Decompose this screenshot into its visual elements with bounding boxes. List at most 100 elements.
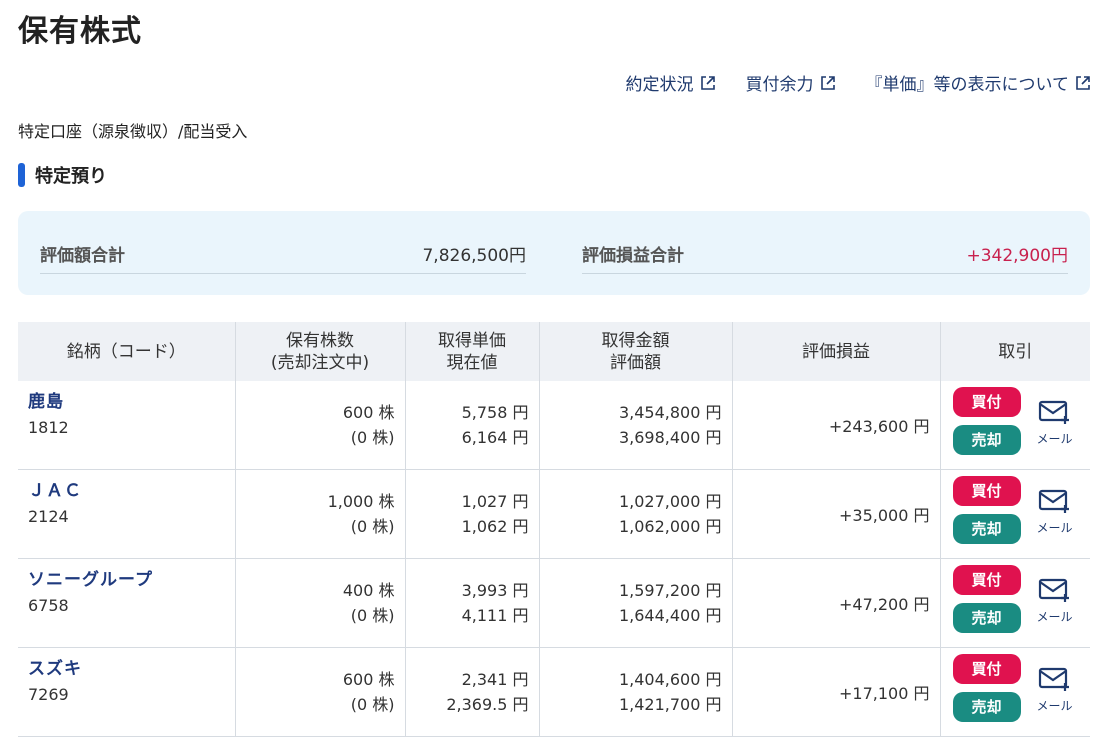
shares-selling: (0 株) (350, 606, 395, 625)
cell-amount: 3,454,800 円 3,698,400 円 (539, 381, 733, 470)
mail-alert-button[interactable]: メール (1033, 666, 1077, 714)
section-header: 特定預り (18, 162, 107, 188)
summary-valuation-value: 7,826,500円 (422, 245, 526, 266)
shares-selling: (0 株) (350, 695, 395, 714)
shares-held: 1,000 株 (327, 492, 395, 511)
cost-price: 2,341 円 (461, 670, 529, 689)
header-amount-line1: 取得金額 (601, 330, 670, 351)
summary-gain: 評価損益合計 +342,900円 (582, 233, 1068, 274)
sell-button[interactable]: 売却 (952, 425, 1021, 455)
mail-alert-button[interactable]: メール (1033, 399, 1077, 447)
stock-name-link[interactable]: ＪＡＣ (28, 476, 225, 501)
stock-name-link[interactable]: スズキ (28, 654, 225, 679)
stock-name-link[interactable]: ソニーグループ (28, 565, 225, 590)
cell-shares: 600 株 (0 株) (235, 381, 406, 470)
header-links: 約定状況 買付余力 『単価』等の表示について (626, 70, 1092, 95)
cell-shares: 1,000 株 (0 株) (235, 469, 406, 559)
summary-valuation: 評価額合計 7,826,500円 (40, 233, 526, 274)
link-label: 約定状況 (625, 75, 694, 95)
sell-button[interactable]: 売却 (952, 692, 1021, 722)
current-price: 1,062 円 (461, 517, 529, 536)
mail-label: メール (1036, 521, 1073, 535)
mail-plus-icon (1038, 400, 1069, 424)
summary-valuation-label: 評価額合計 (40, 245, 125, 266)
cell-price: 2,341 円 2,369.5 円 (405, 647, 540, 737)
header-shares: 保有株数 (売却注文中) (235, 322, 406, 381)
stock-code: 7269 (28, 685, 69, 704)
cost-price: 1,027 円 (461, 492, 529, 511)
link-label: 買付余力 (745, 75, 814, 95)
valuation-amount: 1,062,000 円 (618, 517, 722, 536)
header-shares-line1: 保有株数 (286, 330, 354, 351)
header-amount: 取得金額 評価額 (539, 322, 733, 381)
cost-amount: 1,597,200 円 (618, 581, 722, 600)
shares-selling: (0 株) (350, 517, 395, 536)
link-price-display-info[interactable]: 『単価』等の表示について (866, 70, 1092, 95)
cost-price: 3,993 円 (461, 581, 529, 600)
cell-shares: 600 株 (0 株) (235, 647, 406, 737)
valuation-amount: 1,644,400 円 (618, 606, 722, 625)
page-title: 保有株式 (18, 14, 142, 49)
cost-amount: 3,454,800 円 (618, 403, 722, 422)
shares-held: 600 株 (342, 670, 395, 689)
cell-gain: +243,600 円 (732, 381, 941, 470)
mail-plus-icon (1038, 578, 1069, 602)
buy-button[interactable]: 買付 (952, 476, 1021, 506)
cell-gain: +17,100 円 (732, 647, 941, 737)
external-link-icon (1076, 75, 1090, 90)
cell-amount: 1,027,000 円 1,062,000 円 (539, 469, 733, 559)
stock-name-link[interactable]: 鹿島 (28, 387, 225, 412)
holdings-table: 銘柄（コード） 保有株数 (売却注文中) 取得単価 現在値 取得金額 評価額 評価損益… (18, 322, 1090, 737)
summary-gain-value: +342,900円 (966, 245, 1068, 266)
cost-amount: 1,404,600 円 (618, 670, 722, 689)
buy-button[interactable]: 買付 (952, 387, 1021, 417)
cell-trade: 買付 売却 メール (940, 469, 1090, 559)
valuation-amount: 3,698,400 円 (618, 428, 722, 447)
header-price-line2: 現在値 (446, 352, 498, 373)
sell-button[interactable]: 売却 (952, 514, 1021, 544)
link-buying-power[interactable]: 買付余力 (746, 70, 836, 95)
header-price-line1: 取得単価 (438, 330, 506, 351)
cell-gain: +47,200 円 (732, 558, 941, 648)
cell-stock: スズキ 7269 (18, 647, 236, 737)
account-type: 特定口座（源泉徴収）/配当受入 (18, 122, 248, 141)
external-link-icon (700, 75, 715, 90)
stock-code: 6758 (28, 596, 69, 615)
current-price: 4,111 円 (461, 606, 529, 625)
buy-button[interactable]: 買付 (952, 565, 1021, 595)
cost-amount: 1,027,000 円 (618, 492, 722, 511)
header-shares-line2: (売却注文中) (270, 352, 370, 373)
table-row: スズキ 7269 600 株 (0 株) 2,341 円 2,369.5 円 1… (18, 647, 1090, 737)
table-header-row: 銘柄（コード） 保有株数 (売却注文中) 取得単価 現在値 取得金額 評価額 評価損益… (18, 322, 1090, 381)
sell-button[interactable]: 売却 (952, 603, 1021, 633)
buy-button[interactable]: 買付 (952, 654, 1021, 684)
cell-price: 3,993 円 4,111 円 (405, 558, 540, 648)
cell-price: 5,758 円 6,164 円 (405, 381, 540, 470)
shares-selling: (0 株) (350, 428, 395, 447)
mail-label: メール (1036, 699, 1073, 713)
cell-amount: 1,597,200 円 1,644,400 円 (539, 558, 733, 648)
section-accent-bar (18, 163, 25, 187)
cell-trade: 買付 売却 メール (940, 381, 1090, 470)
mail-alert-button[interactable]: メール (1033, 488, 1077, 536)
table-row: ソニーグループ 6758 400 株 (0 株) 3,993 円 4,111 円… (18, 558, 1090, 648)
cell-trade: 買付 売却 メール (940, 647, 1090, 737)
link-label: 『単価』等の表示について (865, 75, 1070, 95)
mail-alert-button[interactable]: メール (1033, 577, 1077, 625)
shares-held: 600 株 (342, 403, 395, 422)
header-gain: 評価損益 (732, 322, 941, 381)
current-price: 6,164 円 (461, 428, 529, 447)
stock-code: 2124 (28, 507, 69, 526)
header-price: 取得単価 現在値 (405, 322, 540, 381)
holdings-page: 保有株式 約定状況 買付余力 『単価』等の表示について 特定口座（源泉徴収）/配… (0, 0, 1111, 737)
summary-gain-label: 評価損益合計 (582, 245, 684, 266)
cell-gain: +35,000 円 (732, 469, 941, 559)
stock-code: 1812 (28, 418, 69, 437)
mail-plus-icon (1038, 489, 1069, 513)
mail-label: メール (1036, 610, 1073, 624)
cost-price: 5,758 円 (461, 403, 529, 422)
cell-shares: 400 株 (0 株) (235, 558, 406, 648)
link-execution-status[interactable]: 約定状況 (626, 70, 716, 95)
header-trade: 取引 (940, 322, 1090, 381)
header-name: 銘柄（コード） (18, 322, 236, 381)
